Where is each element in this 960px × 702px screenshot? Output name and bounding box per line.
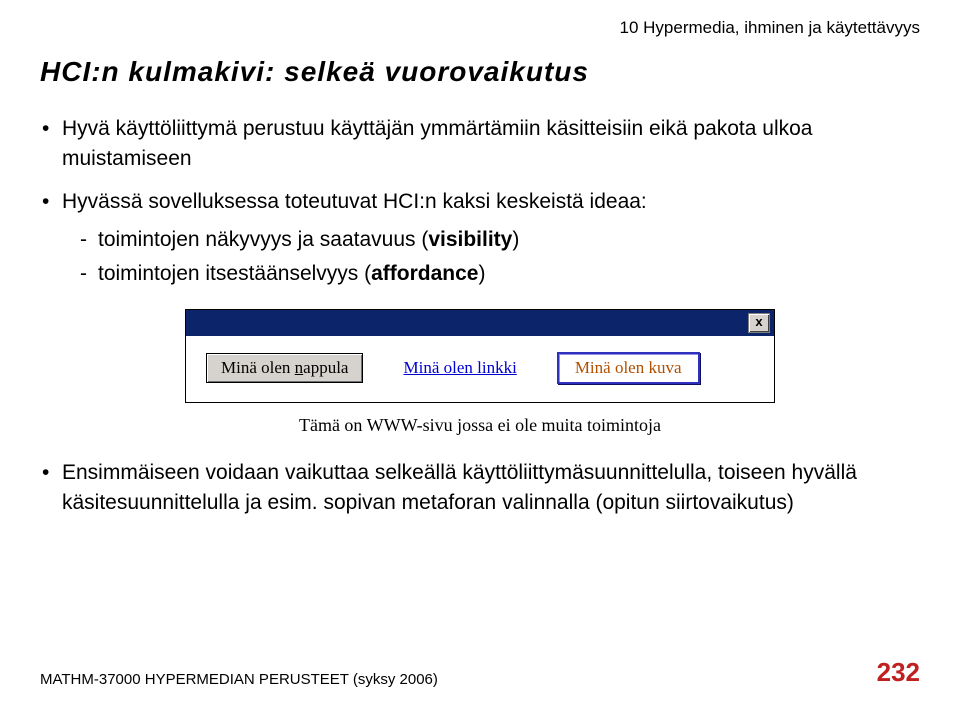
sub-after: ) [512, 228, 519, 251]
bullet-item: Hyvä käyttöliittymä perustuu käyttäjän y… [42, 114, 920, 175]
window-titlebar: x [186, 310, 774, 336]
bullet-text: Hyvässä sovelluksessa toteutuvat HCI:n k… [62, 190, 647, 213]
main-bullet-list: Hyvä käyttöliittymä perustuu käyttäjän y… [42, 114, 920, 291]
chapter-header: 10 Hypermedia, ihminen ja käytettävyys [40, 18, 920, 38]
bullet-item: Ensimmäiseen voidaan vaikuttaa selkeällä… [42, 458, 920, 519]
button-prefix: Minä olen [221, 358, 295, 377]
bullet-item: Hyvässä sovelluksessa toteutuvat HCI:n k… [42, 187, 920, 291]
example-window: x Minä olen nappula Minä olen linkki Min… [185, 309, 775, 403]
button-underlined-char: n [295, 358, 304, 377]
window-caption: Tämä on WWW-sivu jossa ei ole muita toim… [185, 415, 775, 436]
example-window-area: x Minä olen nappula Minä olen linkki Min… [185, 309, 775, 436]
example-image: Minä olen kuva [557, 352, 700, 384]
sub-text: toimintojen itsestäänselvyys ( [98, 262, 371, 285]
page-title: HCI:n kulmakivi: selkeä vuorovaikutus [40, 56, 920, 88]
page-footer: MATHM-37000 HYPERMEDIAN PERUSTEET (syksy… [40, 657, 920, 688]
sub-text: toimintojen näkyvyys ja saatavuus ( [98, 228, 428, 251]
window-body: Minä olen nappula Minä olen linkki Minä … [186, 336, 774, 402]
example-link[interactable]: Minä olen linkki [403, 358, 516, 378]
button-suffix: appula [303, 358, 348, 377]
example-button[interactable]: Minä olen nappula [206, 353, 363, 383]
page-number: 232 [877, 657, 920, 688]
course-code: MATHM-37000 HYPERMEDIAN PERUSTEET (syksy… [40, 671, 438, 688]
sub-bullet-item: toimintojen itsestäänselvyys (affordance… [80, 257, 920, 291]
sub-after: ) [478, 262, 485, 285]
sub-bullet-item: toimintojen näkyvyys ja saatavuus (visib… [80, 223, 920, 257]
sub-bold: visibility [428, 228, 512, 251]
main-bullet-list-2: Ensimmäiseen voidaan vaikuttaa selkeällä… [42, 458, 920, 519]
close-icon[interactable]: x [748, 313, 770, 333]
sub-bold: affordance [371, 262, 478, 285]
sub-bullet-list: toimintojen näkyvyys ja saatavuus (visib… [80, 223, 920, 290]
